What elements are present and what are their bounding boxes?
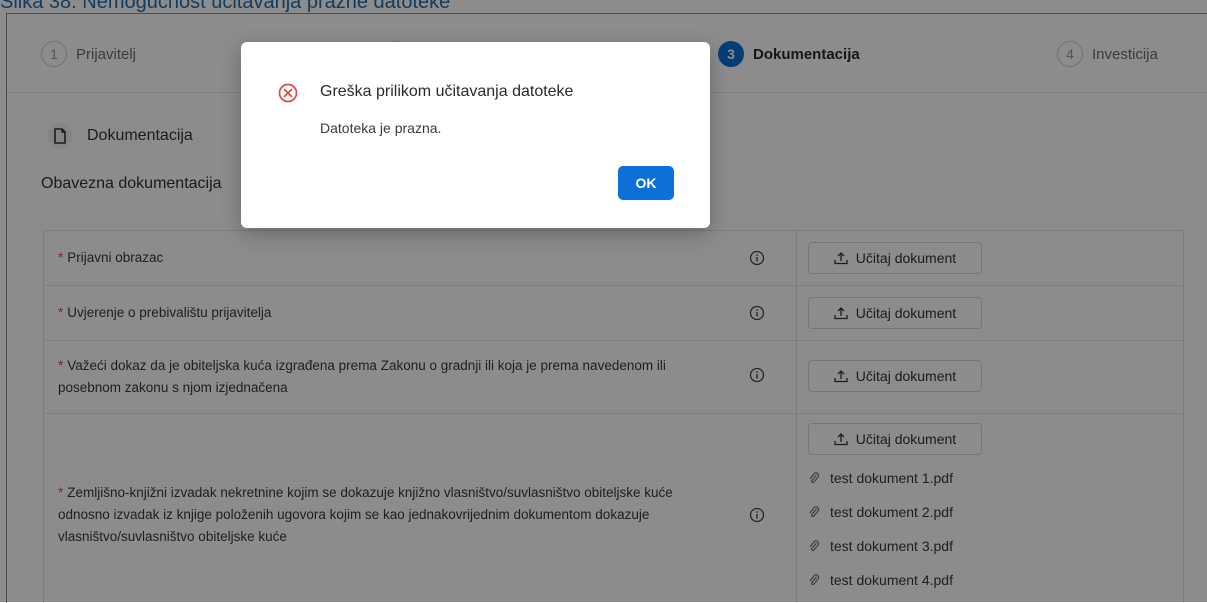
error-circle-icon bbox=[278, 83, 298, 103]
dialog-message: Datoteka je prazna. bbox=[320, 120, 442, 136]
ok-button[interactable]: OK bbox=[618, 166, 674, 200]
dialog-title: Greška prilikom učitavanja datoteke bbox=[320, 83, 574, 100]
error-dialog: Greška prilikom učitavanja datoteke Dato… bbox=[241, 42, 710, 228]
